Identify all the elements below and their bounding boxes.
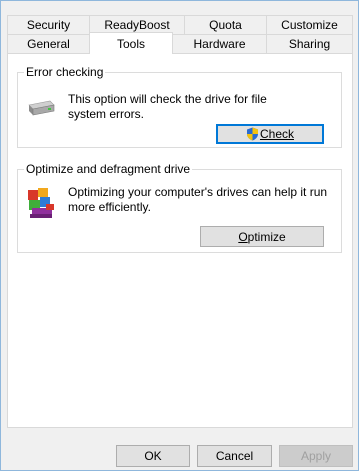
tab-sharing[interactable]: Sharing <box>266 34 353 53</box>
cancel-button-label: Cancel <box>215 449 254 463</box>
tab-tools[interactable]: Tools <box>89 32 173 54</box>
optimize-button[interactable]: Optimize <box>200 226 324 247</box>
tab-hardware-label: Hardware <box>193 37 246 51</box>
apply-button-label: Apply <box>300 449 332 463</box>
optimize-button-label-rest: ptimize <box>247 229 286 244</box>
error-checking-title: Error checking <box>24 65 106 79</box>
uac-shield-icon <box>246 127 259 141</box>
error-checking-group: Error checking This option will check th… <box>17 65 342 148</box>
tab-tools-label: Tools <box>116 36 145 51</box>
tab-readyboost-label: ReadyBoost <box>104 18 170 32</box>
error-checking-description-line2: system errors. <box>68 107 145 121</box>
tab-quota-label: Quota <box>209 18 242 32</box>
tab-quota[interactable]: Quota <box>184 15 267 34</box>
check-button[interactable]: Check <box>216 124 324 144</box>
ok-button-label: OK <box>144 449 162 463</box>
tab-general[interactable]: General <box>7 34 90 53</box>
cancel-button[interactable]: Cancel <box>197 445 272 467</box>
tab-customize-label: Customize <box>281 18 338 32</box>
apply-button[interactable]: Apply <box>279 445 353 467</box>
tab-general-label: General <box>27 37 70 51</box>
tab-sharing-label: Sharing <box>288 37 331 51</box>
drive-icon <box>26 99 56 122</box>
defrag-icon <box>26 186 58 223</box>
tab-hardware[interactable]: Hardware <box>172 34 267 53</box>
optimize-title: Optimize and defragment drive <box>24 162 193 176</box>
tab-security-label: Security <box>26 18 71 32</box>
optimize-description-line2: more efficiently. <box>68 200 151 214</box>
optimize-group: Optimize and defragment drive Optimizing… <box>17 162 342 253</box>
error-checking-description-line1: This option will check the drive for fil… <box>68 92 267 106</box>
tab-security[interactable]: Security <box>7 15 90 34</box>
drive-properties-dialog: Security ReadyBoost Quota Customize Gene… <box>0 0 359 471</box>
ok-button[interactable]: OK <box>116 445 190 467</box>
tools-tab-panel: Error checking This option will check th… <box>7 53 353 428</box>
optimize-description-line1: Optimizing your computer's drives can he… <box>68 185 328 199</box>
optimize-button-label: Optimize <box>238 229 286 244</box>
tab-customize[interactable]: Customize <box>266 15 353 34</box>
check-button-label: Check <box>259 127 294 141</box>
